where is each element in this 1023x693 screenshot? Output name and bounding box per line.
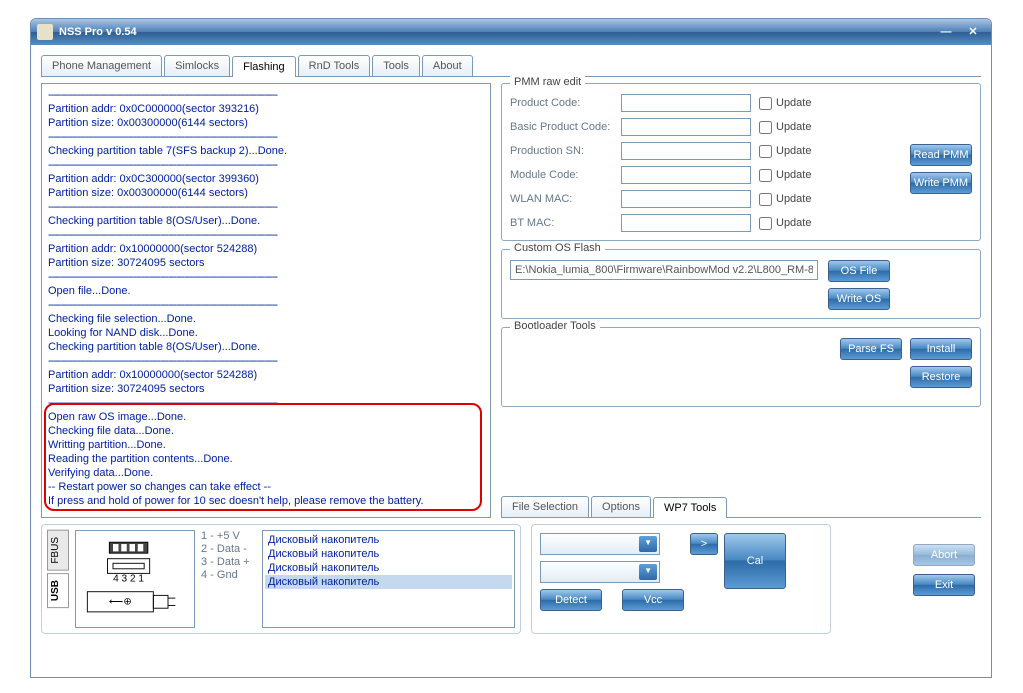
label-wlan-mac: WLAN MAC: (510, 193, 613, 205)
bootloader-title: Bootloader Tools (510, 320, 600, 332)
input-product-code[interactable] (621, 94, 751, 112)
read-pmm-button[interactable]: Read PMM (910, 144, 972, 166)
write-os-button[interactable]: Write OS (828, 288, 890, 310)
go-button[interactable]: > (690, 533, 718, 555)
exit-panel: Abort Exit (841, 524, 981, 634)
svg-text:4 3 2 1: 4 3 2 1 (113, 574, 144, 585)
input-module-code[interactable] (621, 166, 751, 184)
connection-panel: FBUS USB 4 3 2 1 ⟵⊕ (41, 524, 521, 634)
titlebar: NSS Pro v 0.54 — ✕ (31, 19, 991, 45)
label-product-code: Product Code: (510, 97, 613, 109)
input-basic-product-code[interactable] (621, 118, 751, 136)
custom-os-title: Custom OS Flash (510, 242, 605, 254)
tab-flashing[interactable]: Flashing (232, 56, 296, 77)
subtab-wp7-tools[interactable]: WP7 Tools (653, 497, 727, 518)
list-item[interactable]: Дисковый накопитель (265, 533, 512, 547)
check-bt-mac[interactable]: Update (759, 217, 821, 230)
check-basic-product-code[interactable]: Update (759, 121, 821, 134)
install-button[interactable]: Install (910, 338, 972, 360)
label-basic-product-code: Basic Product Code: (510, 121, 613, 133)
custom-os-group: Custom OS Flash OS File Write OS (501, 249, 981, 319)
pmm-group: PMM raw edit Product Code: Update Basic … (501, 83, 981, 241)
label-production-sn: Production SN: (510, 145, 613, 157)
check-product-code[interactable]: Update (759, 97, 821, 110)
tab-tools[interactable]: Tools (372, 55, 420, 76)
minimize-button[interactable]: — (934, 23, 958, 41)
list-item[interactable]: Дисковый накопитель (265, 547, 512, 561)
tab-usb[interactable]: USB (47, 573, 69, 608)
check-wlan-mac[interactable]: Update (759, 193, 821, 206)
list-item[interactable]: Дисковый накопитель (265, 561, 512, 575)
pin-labels: 1 - +5 V 2 - Data - 3 - Data + 4 - Gnd (201, 530, 256, 628)
exit-button[interactable]: Exit (913, 574, 975, 596)
tab-about[interactable]: About (422, 55, 473, 76)
close-button[interactable]: ✕ (961, 23, 985, 41)
input-bt-mac[interactable] (621, 214, 751, 232)
tab-fbus[interactable]: FBUS (47, 530, 69, 571)
tab-rnd-tools[interactable]: RnD Tools (298, 55, 371, 76)
main-tabs: Phone Management Simlocks Flashing RnD T… (41, 55, 981, 77)
pmm-title: PMM raw edit (510, 76, 585, 88)
bootloader-group: Bootloader Tools Parse FS Install Restor… (501, 327, 981, 407)
app-window: NSS Pro v 0.54 — ✕ Phone Management Siml… (30, 18, 992, 678)
vcc-button[interactable]: Vcc (622, 589, 684, 611)
tab-phone-management[interactable]: Phone Management (41, 55, 162, 76)
abort-button[interactable]: Abort (913, 544, 975, 566)
detect-button[interactable]: Detect (540, 589, 602, 611)
app-icon (37, 24, 53, 40)
log-output[interactable]: ----------------------------------------… (41, 83, 491, 518)
input-wlan-mac[interactable] (621, 190, 751, 208)
parse-fs-button[interactable]: Parse FS (840, 338, 902, 360)
control-panel: Detect Vcc > Cal (531, 524, 831, 634)
usb-diagram: 4 3 2 1 ⟵⊕ (75, 530, 195, 628)
os-path-input[interactable] (510, 260, 818, 280)
cal-button[interactable]: Cal (724, 533, 786, 589)
check-production-sn[interactable]: Update (759, 145, 821, 158)
disk-list[interactable]: Дисковый накопитель Дисковый накопитель … (262, 530, 515, 628)
dropdown-2[interactable] (540, 561, 660, 583)
list-item[interactable]: Дисковый накопитель (265, 575, 512, 589)
window-title: NSS Pro v 0.54 (59, 26, 137, 38)
os-file-button[interactable]: OS File (828, 260, 890, 282)
input-production-sn[interactable] (621, 142, 751, 160)
write-pmm-button[interactable]: Write PMM (910, 172, 972, 194)
sub-tabs: File Selection Options WP7 Tools (501, 496, 981, 518)
log-pane: ----------------------------------------… (41, 83, 491, 518)
label-bt-mac: BT MAC: (510, 217, 613, 229)
check-module-code[interactable]: Update (759, 169, 821, 182)
svg-text:⟵⊕: ⟵⊕ (109, 597, 132, 608)
dropdown-1[interactable] (540, 533, 660, 555)
restore-button[interactable]: Restore (910, 366, 972, 388)
tab-simlocks[interactable]: Simlocks (164, 55, 230, 76)
subtab-options[interactable]: Options (591, 496, 651, 517)
subtab-file-selection[interactable]: File Selection (501, 496, 589, 517)
label-module-code: Module Code: (510, 169, 613, 181)
